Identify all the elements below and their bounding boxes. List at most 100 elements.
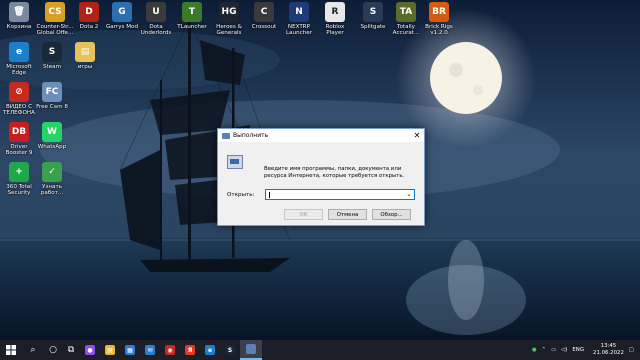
recorder-icon: ◉: [165, 345, 175, 355]
app-icon: T: [182, 2, 202, 22]
edge-icon: e: [205, 345, 215, 355]
run-description: Введите имя программы, папки, документа …: [264, 166, 405, 179]
run-dialog-body: Введите имя программы, папки, документа …: [218, 142, 424, 202]
desktop-icon[interactable]: 🗑 Корзина: [0, 2, 38, 30]
app-icon: S: [363, 2, 383, 22]
taskbar: ⌕ ○ ⧉ ● ▤ ▦ ✉ ◉ Яe S ● ⌃ ▭ ◁) ENG 13:45 21.06.202…: [0, 340, 640, 360]
app-icon: +: [9, 162, 29, 182]
taskbar-alice[interactable]: ●: [80, 340, 100, 360]
desktop-icon-label: Roblox Player: [325, 24, 345, 37]
taskbar-store[interactable]: ▦: [120, 340, 140, 360]
app-icon: ✓: [42, 162, 62, 182]
app-icon: BR: [429, 2, 449, 22]
close-button[interactable]: ✕: [410, 131, 424, 140]
language-indicator[interactable]: ENG: [572, 347, 584, 353]
run-dialog: Выполнить ✕ Введите имя программы, папки…: [217, 128, 425, 226]
chevron-down-icon[interactable]: ⌄: [406, 190, 412, 198]
desktop-icon-label: Garrys Mod: [105, 24, 139, 30]
desktop-icon-label: Корзина: [6, 24, 32, 30]
desktop-icon-label: Узнать работ...: [40, 184, 64, 197]
taskbar-mail[interactable]: ✉: [140, 340, 160, 360]
store-icon: ▦: [125, 345, 135, 355]
taskbar-steam[interactable]: S: [220, 340, 240, 360]
app-icon: U: [146, 2, 166, 22]
run-dialog-title: Выполнить: [233, 132, 269, 139]
run-dialog-titlebar[interactable]: Выполнить ✕: [218, 129, 424, 142]
chevron-up-icon[interactable]: ⌃: [542, 347, 547, 353]
system-tray: ● ⌃ ▭ ◁) ENG 13:45 21.06.2022 ▢: [532, 343, 640, 357]
taskbar-edge[interactable]: e: [200, 340, 220, 360]
app-icon: TA: [396, 2, 416, 22]
run-program-icon: [227, 155, 243, 169]
taskbar-task-view[interactable]: ⧉: [62, 340, 80, 360]
app-icon: ⊘: [9, 82, 29, 102]
cortana-icon: ○: [49, 345, 57, 355]
desktop-icon-label: Crossout: [251, 24, 277, 30]
app-icon: 🗑: [9, 2, 29, 22]
run-icon: [246, 344, 256, 354]
text-caret: [269, 192, 270, 198]
cancel-button[interactable]: Отмена: [328, 209, 367, 220]
app-icon: DB: [9, 122, 29, 142]
tray-app-icon[interactable]: ●: [532, 347, 537, 353]
taskbar-apps: ⌕ ○ ⧉ ● ▤ ▦ ✉ ◉ Яe S: [22, 340, 240, 360]
taskbar-search[interactable]: ⌕: [22, 340, 44, 360]
desktop-icon-label: NEXTRP Launcher: [286, 24, 312, 37]
app-icon: G: [112, 2, 132, 22]
app-icon: D: [79, 2, 99, 22]
clock[interactable]: 13:45 21.06.2022: [593, 343, 624, 357]
notifications-icon[interactable]: ▢: [629, 347, 634, 353]
run-icon: [222, 132, 230, 139]
desktop-icon-label: TLauncher: [177, 24, 207, 30]
taskbar-yandex-browser[interactable]: Я: [180, 340, 200, 360]
desktop-icon[interactable]: G Garrys Mod: [103, 2, 141, 30]
desktop-icon[interactable]: ✓ Узнать работ...: [33, 162, 71, 197]
desktop-icon-label: Heroes & Generals: [216, 24, 242, 37]
app-icon: N: [289, 2, 309, 22]
desktop-icon[interactable]: T TLauncher: [173, 2, 211, 30]
alice-icon: ●: [85, 345, 95, 355]
clock-time: 13:45: [600, 343, 617, 349]
desktop-icon[interactable]: R Roblox Player: [316, 2, 354, 37]
taskbar-cortana[interactable]: ○: [44, 340, 62, 360]
desktop-icon[interactable]: U Dota Underlords: [137, 2, 175, 37]
clock-date: 21.06.2022: [593, 350, 624, 356]
app-icon: W: [42, 122, 62, 142]
browse-button[interactable]: Обзор...: [372, 209, 411, 220]
ok-button[interactable]: ОК: [284, 209, 323, 220]
app-icon: C: [254, 2, 274, 22]
desktop-icon-label: WhatsApp: [37, 144, 67, 150]
open-label: Открыть:: [227, 192, 255, 198]
taskbar-file-explorer[interactable]: ▤: [100, 340, 120, 360]
taskbar-recorder[interactable]: ◉: [160, 340, 180, 360]
mail-icon: ✉: [145, 345, 155, 355]
desktop-icon[interactable]: C Crossout: [245, 2, 283, 30]
run-dialog-footer: ОК Отмена Обзор...: [218, 203, 424, 225]
desktop-icon-label: Dota Underlords: [140, 24, 172, 37]
app-icon: e: [9, 42, 29, 62]
file-explorer-icon: ▤: [105, 345, 115, 355]
desktop-icon[interactable]: ▤ игры: [66, 42, 104, 70]
desktop-icon[interactable]: N NEXTRP Launcher: [280, 2, 318, 37]
app-icon: ▤: [75, 42, 95, 62]
app-icon: S: [42, 42, 62, 62]
desktop-icon-label: Counter-Str... Global Offe...: [36, 24, 74, 37]
steam-icon: S: [225, 345, 235, 355]
search-icon: ⌕: [30, 345, 36, 355]
desktop-icon[interactable]: W WhatsApp: [33, 122, 71, 150]
network-icon[interactable]: ▭: [551, 347, 556, 353]
app-icon: R: [325, 2, 345, 22]
desktop-icon[interactable]: FC Free Cam 8: [33, 82, 71, 110]
start-button[interactable]: [0, 340, 22, 360]
task-view-icon: ⧉: [67, 345, 75, 355]
desktop-icon[interactable]: CS Counter-Str... Global Offe...: [36, 2, 74, 37]
windows-icon: [6, 345, 16, 355]
app-icon: CS: [45, 2, 65, 22]
app-icon: HG: [219, 2, 239, 22]
desktop-icon[interactable]: HG Heroes & Generals: [210, 2, 248, 37]
open-input[interactable]: ⌄: [265, 189, 415, 200]
taskbar-run-app[interactable]: [240, 340, 262, 360]
desktop-icon-label: игры: [77, 64, 93, 70]
volume-icon[interactable]: ◁): [561, 347, 567, 353]
desktop-icon[interactable]: BR Brick Rigs v1.2.0: [420, 2, 458, 37]
